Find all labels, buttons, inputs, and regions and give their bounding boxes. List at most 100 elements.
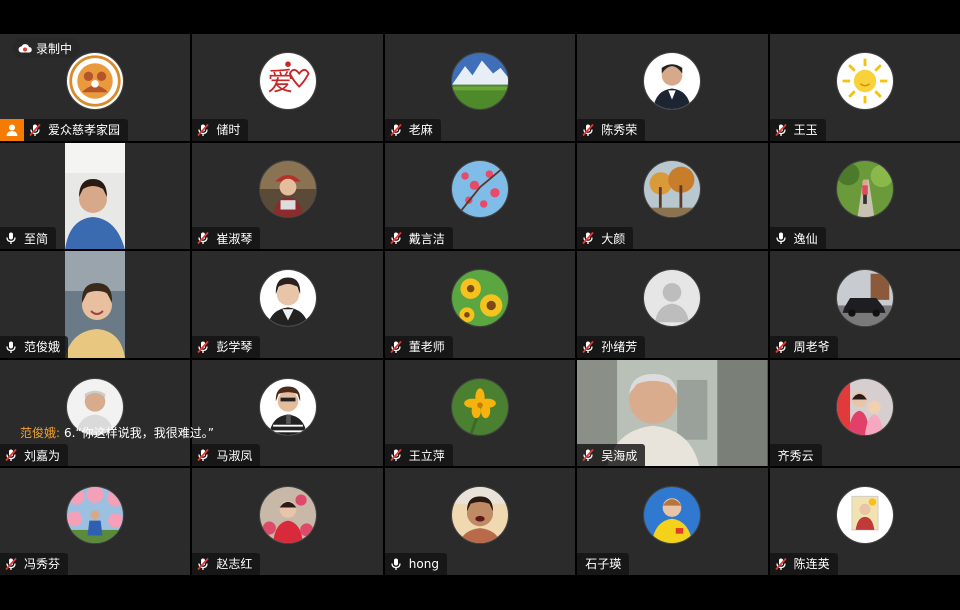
participant-namebar: 周老爷 [769, 335, 838, 358]
participant-tile[interactable]: 至简 [0, 142, 191, 250]
participant-name: 大颜 [601, 231, 626, 246]
participant-name: 刘嘉为 [24, 448, 61, 463]
mic-muted-icon[interactable] [4, 448, 18, 462]
mic-muted-icon[interactable] [581, 448, 595, 462]
recording-indicator[interactable]: 录制中 [12, 38, 81, 58]
mic-muted-icon[interactable] [774, 123, 788, 137]
mic-muted-icon[interactable] [774, 557, 788, 571]
mic-muted-icon[interactable] [196, 340, 210, 354]
participant-tile[interactable]: 吴海成 [577, 359, 768, 467]
participant-namebar: 王玉 [769, 118, 826, 141]
participant-avatar [643, 486, 702, 545]
participant-tile[interactable]: 大颜 [577, 142, 768, 250]
mic-muted-icon[interactable] [389, 231, 403, 245]
participant-namebar: 董老师 [384, 335, 453, 358]
participant-tile[interactable]: hong [384, 468, 576, 575]
mic-muted-icon[interactable] [581, 340, 595, 354]
participant-tile[interactable]: 马淑凤 [192, 359, 383, 467]
participant-avatar [450, 160, 509, 219]
participant-namebar: 老麻 [384, 118, 441, 141]
participant-tile[interactable]: 老麻 [384, 34, 576, 141]
mic-muted-icon[interactable] [389, 448, 403, 462]
participant-tile[interactable]: 齐秀云 [769, 359, 960, 467]
mic-muted-icon[interactable] [581, 123, 595, 137]
mic-muted-icon[interactable] [389, 340, 403, 354]
participant-avatar [835, 377, 894, 436]
mic-muted-icon[interactable] [196, 557, 210, 571]
participant-namebar: 王立萍 [384, 444, 453, 467]
participant-tile[interactable]: 爱储时 [192, 34, 383, 141]
recording-label: 录制中 [36, 41, 73, 56]
participant-tile[interactable]: 孙绪芳 [577, 251, 768, 358]
participant-namebar: 储时 [192, 118, 249, 141]
participant-tile[interactable]: 周老爷 [769, 251, 960, 358]
participant-namebar: 吴海成 [577, 444, 646, 467]
participant-avatar [643, 51, 702, 110]
participant-tile[interactable]: 陈连英 [769, 468, 960, 575]
participant-name: 戴言洁 [408, 231, 445, 246]
live-caption: 范俊娥: 6.“你这样说我，我很难过。” [20, 424, 214, 441]
participant-avatar [643, 160, 702, 219]
participant-name: 冯秀芬 [24, 557, 61, 572]
participant-tile[interactable]: 赵志红 [192, 468, 383, 575]
participant-avatar [450, 269, 509, 328]
participant-avatar [450, 486, 509, 545]
participant-avatar [835, 160, 894, 219]
participant-namebar: 孙绪芳 [577, 335, 646, 358]
participant-avatar [835, 51, 894, 110]
participant-name: 储时 [216, 123, 241, 138]
mic-on-icon[interactable] [774, 231, 788, 245]
mic-muted-icon[interactable] [774, 340, 788, 354]
participant-namebar: 石子瑛 [577, 552, 630, 575]
participant-tile[interactable]: 逸仙 [769, 142, 960, 250]
participant-name: 逸仙 [793, 231, 818, 246]
mic-on-icon[interactable] [389, 557, 403, 571]
participant-tile[interactable]: 王玉 [769, 34, 960, 141]
participant-namebar: 陈连英 [769, 552, 838, 575]
participant-tile[interactable]: 王立萍 [384, 359, 576, 467]
participant-avatar [835, 486, 894, 545]
mic-muted-icon[interactable] [389, 123, 403, 137]
participant-name: 王玉 [793, 123, 818, 138]
participant-namebar: 至简 [0, 227, 57, 250]
participant-namebar: 大颜 [577, 227, 634, 250]
mic-on-icon[interactable] [4, 340, 18, 354]
participant-name: 董老师 [408, 340, 445, 355]
participant-namebar: 冯秀芬 [0, 552, 69, 575]
participant-namebar: 崔淑琴 [192, 227, 261, 250]
participant-tile[interactable]: 冯秀芬 [0, 468, 191, 575]
participant-tile[interactable]: 戴言洁 [384, 142, 576, 250]
participant-tile[interactable]: 崔淑琴 [192, 142, 383, 250]
participant-grid: 爱众慈孝家园爱储时 老麻 陈秀荣 王玉 至简 崔淑琴 戴言洁 大颜 逸仙 范俊娥 彭学琴 董老师 孙绪芳… [0, 34, 960, 575]
participant-tile[interactable]: 范俊娥 [0, 251, 191, 358]
participant-name: 周老爷 [793, 340, 830, 355]
participant-name: 齐秀云 [777, 448, 814, 463]
participant-name: 陈连英 [793, 557, 830, 572]
participant-avatar [450, 51, 509, 110]
participant-tile[interactable]: 刘嘉为 [0, 359, 191, 467]
participant-avatar [66, 486, 125, 545]
participant-tile[interactable]: 陈秀荣 [577, 34, 768, 141]
mic-muted-icon[interactable] [196, 448, 210, 462]
participant-namebar: hong [384, 552, 447, 575]
participant-tile[interactable]: 石子瑛 [577, 468, 768, 575]
participant-tile[interactable]: 董老师 [384, 251, 576, 358]
participant-tile[interactable]: 彭学琴 [192, 251, 383, 358]
participant-namebar: 齐秀云 [769, 444, 822, 467]
mic-muted-icon[interactable] [581, 231, 595, 245]
participant-namebar: 刘嘉为 [0, 444, 69, 467]
participant-avatar [66, 51, 125, 110]
mic-muted-icon[interactable] [196, 231, 210, 245]
mic-muted-icon[interactable] [4, 557, 18, 571]
mic-muted-icon[interactable] [196, 123, 210, 137]
participant-namebar: 逸仙 [769, 227, 826, 250]
participant-avatar [258, 486, 317, 545]
participant-name: 彭学琴 [216, 340, 253, 355]
participant-name: 吴海成 [601, 448, 638, 463]
mic-on-icon[interactable] [4, 231, 18, 245]
cloud-record-icon [18, 44, 32, 53]
participant-namebar: 马淑凤 [192, 444, 261, 467]
participant-name: 赵志红 [216, 557, 253, 572]
mic-muted-icon[interactable] [28, 123, 42, 137]
participant-name: 至简 [24, 231, 49, 246]
